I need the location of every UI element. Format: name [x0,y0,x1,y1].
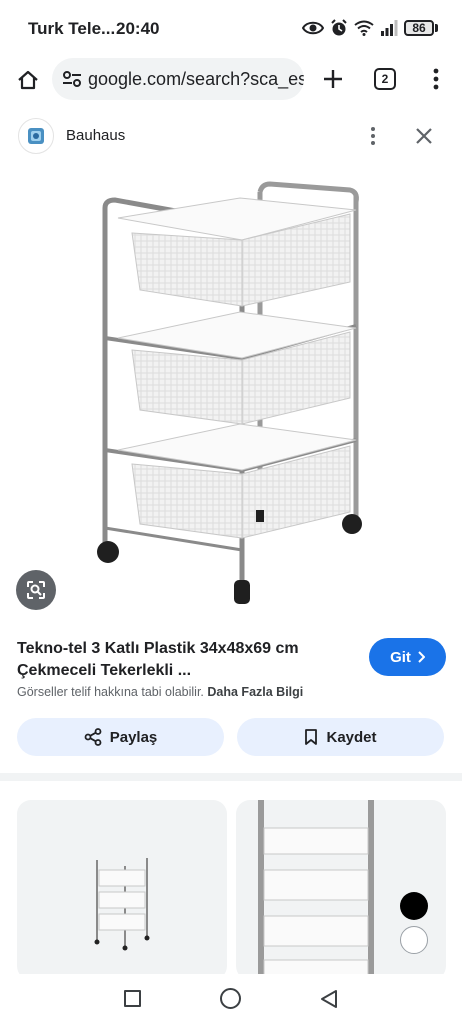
share-icon [84,728,102,746]
wifi-icon [354,20,374,36]
image-preview-panel: Bauhaus Tekno-tel 3 Katlı Plastik 34x48x… [0,108,462,980]
more-vert-icon [371,127,375,145]
home-icon [18,70,38,90]
lens-icon [27,581,45,599]
recents-button[interactable] [124,990,141,1007]
battery-level: 86 [404,20,434,36]
browser-menu-button[interactable] [424,64,448,94]
tab-switcher-button[interactable]: 2 [374,68,396,90]
copyright-notice: Görseller telif hakkına tabi olabilir. D… [17,685,303,699]
battery-icon: 86 [404,20,438,36]
share-label: Paylaş [109,728,158,746]
color-swatch-white[interactable] [400,926,428,954]
bauhaus-logo-icon [28,128,44,144]
more-info-link[interactable]: Daha Fazla Bilgi [207,685,303,699]
close-button[interactable] [410,122,438,150]
back-button[interactable] [318,988,340,1010]
chevron-right-icon [418,651,425,663]
clock: 20:40 [116,19,160,38]
browser-toolbar: google.com/search?sca_esv 2 [0,56,462,106]
color-swatch-black[interactable] [400,892,428,920]
related-image-1[interactable] [17,800,227,980]
carrier-name: Turk Tele... [28,19,116,38]
system-nav-bar [0,974,462,1024]
tab-count: 2 [381,72,389,86]
new-tab-button[interactable] [318,64,348,94]
site-settings-icon[interactable] [62,68,82,90]
save-button[interactable]: Kaydet [237,718,444,756]
bookmark-icon [305,729,318,745]
signal-icon [381,20,398,36]
visit-button[interactable]: Git [369,638,446,676]
url-text[interactable]: google.com/search?sca_esv [88,69,304,90]
visit-button-label: Git [390,648,411,666]
plus-icon [324,70,342,88]
product-title[interactable]: Tekno-tel 3 Katlı Plastik 34x48x69 cm Çe… [17,638,357,682]
drawer-middle [117,311,357,425]
home-button[interactable] [14,66,42,94]
related-cart-thumbnail [94,858,150,951]
status-icons: 86 [302,16,438,40]
save-label: Kaydet [326,728,377,746]
battery-cap [435,24,438,32]
lens-search-button[interactable] [16,570,56,610]
eye-icon [302,21,324,35]
product-image[interactable] [60,178,400,608]
copyright-text: Görseller telif hakkına tabi olabilir. [17,685,204,699]
source-name[interactable]: Bauhaus [66,127,125,144]
drawer-bottom [117,423,357,539]
more-options-button[interactable] [360,122,386,150]
close-icon [416,128,432,144]
drawer-top [117,197,357,307]
alarm-icon [331,19,347,36]
section-divider [0,773,462,781]
more-vert-icon [433,68,439,90]
source-logo[interactable] [18,118,54,154]
share-button[interactable]: Paylaş [17,718,224,756]
address-bar[interactable]: google.com/search?sca_esv [52,58,304,100]
status-bar: Turk Tele... 20:40 86 [0,0,462,56]
home-nav-button[interactable] [220,988,241,1009]
